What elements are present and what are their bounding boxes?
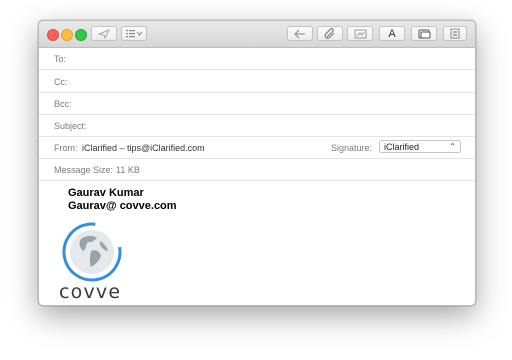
to-label: To:	[54, 54, 67, 64]
stationery-button[interactable]	[443, 26, 467, 41]
font-icon: A	[388, 27, 396, 40]
cc-label: Cc:	[54, 77, 68, 87]
photo-browser-button[interactable]	[347, 26, 373, 41]
message-size-row: Message Size: 11 KB	[39, 158, 475, 181]
windows-icon	[418, 29, 431, 39]
cc-row[interactable]: Cc:	[39, 70, 475, 93]
from-row: From: iClarified – tips@iClarified.com S…	[39, 136, 475, 159]
signature-value: iClarified	[384, 142, 420, 152]
list-format-icon	[125, 29, 143, 38]
mail-compose-window: A To: Cc: Bcc: Subject: From: iClarified…	[38, 20, 476, 306]
covve-wordmark: covve	[59, 281, 122, 303]
covve-logo-icon	[61, 221, 123, 288]
from-select[interactable]: iClarified – tips@iClarified.com	[82, 143, 205, 153]
message-size-label: Message Size:	[54, 165, 114, 175]
to-row[interactable]: To:	[39, 47, 475, 70]
zoom-button[interactable]	[75, 29, 87, 41]
subject-label: Subject:	[54, 121, 87, 131]
from-label: From:	[54, 143, 78, 153]
close-button[interactable]	[47, 29, 59, 41]
paper-plane-icon	[98, 28, 110, 39]
stationery-icon	[450, 28, 460, 39]
windows-button[interactable]	[411, 26, 437, 41]
bcc-label: Bcc:	[54, 99, 72, 109]
reply-button[interactable]	[287, 26, 313, 41]
signature-name: Gaurav Kumar	[68, 187, 144, 199]
message-size-value: 11 KB	[116, 165, 140, 175]
minimize-button[interactable]	[61, 29, 73, 41]
bcc-row[interactable]: Bcc:	[39, 92, 475, 115]
chevron-updown-icon: ⌃	[449, 142, 456, 151]
attach-button[interactable]	[317, 26, 343, 41]
reply-arrow-icon	[294, 29, 306, 39]
signature-email: Gaurav@ covve.com	[68, 200, 177, 212]
title-bar: A	[39, 21, 475, 48]
list-format-button[interactable]	[121, 26, 147, 41]
send-button[interactable]	[91, 26, 117, 41]
signature-select[interactable]: iClarified ⌃	[379, 140, 461, 153]
signature-label: Signature:	[331, 143, 373, 153]
photo-browser-icon	[354, 29, 367, 39]
format-font-button[interactable]: A	[379, 26, 405, 41]
message-body[interactable]: Gaurav Kumar Gaurav@ covve.com covve	[39, 181, 475, 305]
paperclip-icon	[324, 28, 336, 39]
subject-row[interactable]: Subject:	[39, 114, 475, 137]
